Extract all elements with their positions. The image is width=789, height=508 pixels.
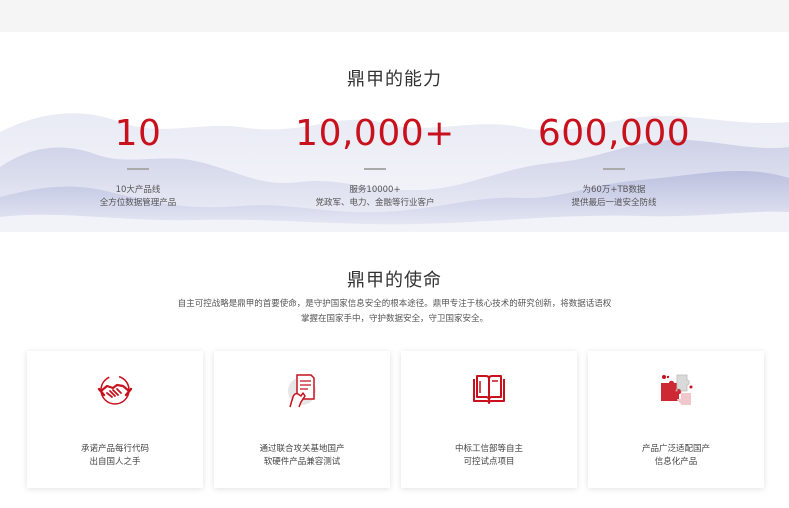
- card-pilot-projects: 中标工信部等自主 可控试点项目: [401, 351, 577, 488]
- card-text: 通过联合攻关基地国产 软硬件产品兼容测试: [214, 443, 390, 469]
- card-text: 中标工信部等自主 可控试点项目: [401, 443, 577, 469]
- stat-divider: [603, 168, 625, 170]
- stat-desc-line2: 提供最后一道安全防线: [571, 198, 657, 208]
- ability-title: 鼎甲的能力: [347, 69, 442, 90]
- mission-text-line2: 掌握在国家手中，守护数据安全，守卫国家安全。: [300, 314, 488, 324]
- card-text: 承诺产品每行代码 出自国人之手: [27, 443, 203, 469]
- card-text-line2: 软硬件产品兼容测试: [263, 457, 341, 467]
- card-compat-testing: 通过联合攻关基地国产 软硬件产品兼容测试: [214, 351, 390, 488]
- stat-desc-line2: 党政军、电力、金融等行业客户: [315, 198, 435, 208]
- card-domestic-adaptation: 产品广泛适配国产 信息化产品: [588, 351, 764, 488]
- top-bar: [0, 0, 789, 32]
- card-text-line1: 产品广泛适配国产: [641, 444, 710, 454]
- card-text-line2: 信息化产品: [654, 457, 698, 467]
- stat-value: 10,000+: [295, 113, 455, 154]
- open-book-icon: [473, 375, 505, 404]
- mission-text: 自主可控战略是鼎甲的首要使命，是守护国家信息安全的根本途径。鼎甲专注于核心技术的…: [140, 297, 649, 327]
- stat-divider: [364, 168, 386, 170]
- puzzle-icon: [661, 374, 693, 405]
- card-text-line2: 可控试点项目: [463, 457, 515, 467]
- card-code-by-nationals: 承诺产品每行代码 出自国人之手: [27, 351, 203, 488]
- stat-desc-line1: 服务10000+: [349, 185, 401, 195]
- card-text-line1: 承诺产品每行代码: [80, 444, 149, 454]
- handshake-icon: [97, 375, 133, 405]
- stat-value: 600,000: [537, 113, 691, 154]
- stat-customers: 10,000+ 服务10000+ 党政军、电力、金融等行业客户: [255, 112, 495, 210]
- mission-text-line1: 自主可控战略是鼎甲的首要使命，是守护国家信息安全的根本途径。鼎甲专注于核心技术的…: [177, 299, 612, 309]
- card-text-line2: 出自国人之手: [89, 457, 141, 467]
- card-text-line1: 中标工信部等自主: [454, 444, 523, 454]
- stat-desc-line1: 为60万+TB数据: [582, 185, 646, 195]
- stat-desc-line1: 10大产品线: [115, 185, 161, 195]
- stat-data-protected: 600,000 为60万+TB数据 提供最后一道安全防线: [494, 112, 734, 210]
- card-text-line1: 通过联合攻关基地国产: [259, 444, 345, 454]
- card-text: 产品广泛适配国产 信息化产品: [588, 443, 764, 469]
- stat-value: 10: [114, 113, 162, 154]
- ability-section: 鼎甲的能力 10 10大产品线 全方位数据管理产品 10,000+ 服务1000…: [0, 32, 789, 232]
- mission-title: 鼎甲的使命: [347, 270, 442, 291]
- document-hand-icon: [288, 374, 316, 408]
- stat-product-lines: 10 10大产品线 全方位数据管理产品: [18, 112, 258, 210]
- stat-divider: [127, 168, 149, 170]
- stat-desc-line2: 全方位数据管理产品: [99, 198, 177, 208]
